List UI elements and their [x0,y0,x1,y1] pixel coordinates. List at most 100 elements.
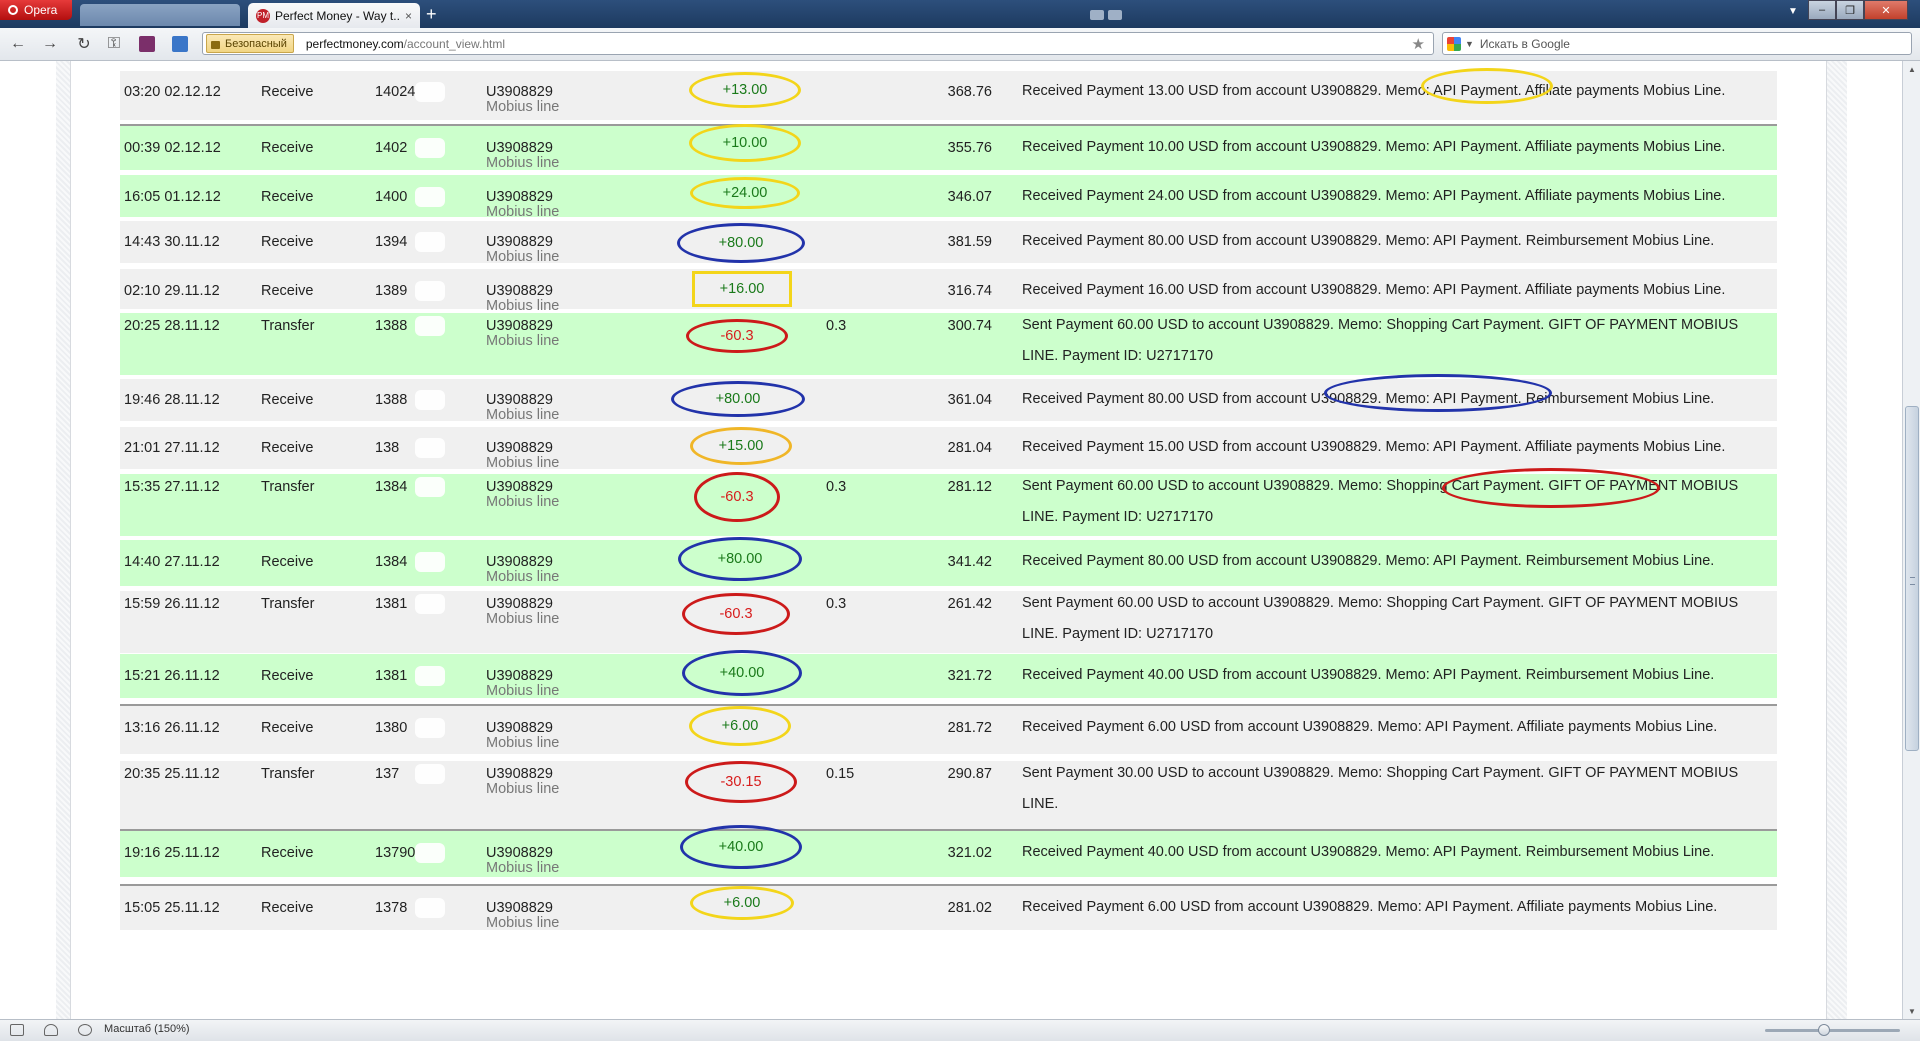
account-name: Mobius line [486,407,560,423]
account-number: U3908829 [486,479,553,495]
minimize-button[interactable]: – [1808,0,1836,20]
batch-number: 1400 [375,187,445,207]
balance-value: 281.04 [947,440,992,456]
batch-number: 1388 [375,390,445,410]
account-number: U3908829 [486,140,553,156]
forward-icon[interactable]: → [40,34,60,54]
batch-number-text[interactable]: 1389 [375,283,407,299]
zoom-slider[interactable] [1765,1029,1900,1032]
turbo-icon[interactable] [1108,10,1122,20]
batch-number-text[interactable]: 1384 [375,554,407,570]
new-tab-button[interactable]: + [426,4,437,24]
account-cell: U3908829 Mobius line [486,901,559,931]
batch-number-text[interactable]: 138 [375,440,399,456]
account-name: Mobius line [486,298,560,314]
tab-background[interactable] [80,4,240,26]
batch-number-text[interactable]: 1378 [375,900,407,916]
account-name: Mobius line [486,249,560,265]
account-number: U3908829 [486,720,553,736]
transaction-type: Receive [261,440,314,456]
batch-number: 14024 [375,82,445,102]
tab-stack-icon[interactable] [1090,10,1104,20]
batch-number: 1378 [375,898,445,918]
account-cell: U3908829 Mobius line [486,441,559,471]
unite-cloud-icon[interactable] [44,1024,58,1036]
status-bar: Масштаб (150%) [0,1019,1920,1041]
amount-value: +6.00 [689,706,791,746]
batch-number-text[interactable]: 1400 [375,189,407,205]
account-name: Mobius line [486,860,560,876]
search-field[interactable]: ▼ Искать в Google [1442,32,1912,55]
opera-menu-button[interactable]: Opera [0,0,72,20]
scroll-up-icon[interactable]: ▲ [1903,61,1920,77]
zoom-label: Масштаб (150%) [104,1023,190,1035]
redaction-mask [415,477,445,497]
balance-value: 346.07 [947,189,992,205]
memo-text: Received Payment 80.00 USD from account … [1022,391,1715,407]
close-window-button[interactable]: ✕ [1864,0,1908,20]
scroll-down-icon[interactable]: ▼ [1903,1003,1920,1019]
batch-number-text[interactable]: 1394 [375,234,407,250]
vertical-scrollbar[interactable]: ▲ ▼ [1902,61,1920,1019]
table-row: 03:20 02.12.12 Receive 14024 U3908829 Mobius… [120,68,1777,120]
google-search-icon[interactable] [1447,36,1461,51]
search-engine-dropdown-icon[interactable]: ▼ [1465,39,1474,49]
key-icon[interactable]: ⚿ [104,34,124,54]
table-row: 19:16 25.11.12 Receive 13790 U3908829 Mobius… [120,825,1777,877]
table-row: 02:10 29.11.12 Receive 1389 U3908829 Mobius … [120,269,1777,314]
security-badge[interactable]: Безопасный [206,34,294,53]
account-cell: U3908829 Mobius line [486,669,559,699]
amount-value: +13.00 [689,72,801,108]
balance-value: 300.74 [947,318,992,334]
redaction-mask [415,438,445,458]
tab-active[interactable]: PM Perfect Money - Way t... × [248,3,420,28]
amount-value: -60.3 [682,593,790,635]
speed-dial-icon[interactable] [78,1024,92,1036]
panel-toggle-icon[interactable] [10,1024,24,1036]
url-text[interactable]: perfectmoney.com/account_view.html [306,37,505,51]
batch-number-text[interactable]: 1380 [375,720,407,736]
batch-number-text[interactable]: 137 [375,766,399,782]
reload-icon[interactable]: ↻ [74,34,94,54]
fee-value: 0.3 [826,318,847,334]
table-row: 13:16 26.11.12 Receive 1380 U3908829 Mobius … [120,704,1777,754]
extension-k-icon[interactable] [139,36,155,52]
tab-list-dropdown-icon[interactable]: ▼ [1788,6,1798,17]
amount-value: +40.00 [680,825,802,869]
transaction-type: Transfer [261,596,315,612]
opera-menu-label: Opera [24,3,58,17]
maximize-button[interactable]: ❐ [1836,0,1864,20]
transaction-date: 16:05 01.12.12 [124,189,221,205]
batch-number-text[interactable]: 13790 [375,845,415,861]
scrollbar-thumb[interactable] [1905,406,1919,751]
bookmark-star-icon[interactable]: ★ [1412,35,1425,53]
zoom-slider-knob[interactable] [1818,1024,1830,1036]
tab-tray [1090,7,1130,21]
account-name: Mobius line [486,611,560,627]
memo-text: Received Payment 6.00 USD from account U… [1022,899,1718,915]
balance-value: 361.04 [947,392,992,408]
back-icon[interactable]: ← [8,34,28,54]
memo-text: Sent Payment 60.00 USD to account U39088… [1022,478,1739,525]
batch-number-text[interactable]: 1388 [375,392,407,408]
address-bar[interactable]: Безопасный perfectmoney.com/account_view… [202,32,1434,55]
batch-number-text[interactable]: 1402 [375,140,407,156]
batch-number-text[interactable]: 14024 [375,84,415,100]
redaction-mask [415,316,445,336]
balance-value: 341.42 [947,554,992,570]
transaction-date: 19:46 28.11.12 [124,392,220,408]
batch-number-text[interactable]: 1381 [375,668,407,684]
batch-number-text[interactable]: 1384 [375,479,407,495]
tab-close-icon[interactable]: × [405,9,412,23]
memo-text: Sent Payment 30.00 USD to account U39088… [1022,765,1739,812]
transaction-date: 15:59 26.11.12 [124,596,220,612]
batch-number-text[interactable]: 1381 [375,596,407,612]
balance-value: 281.12 [947,479,992,495]
redaction-mask [415,764,445,784]
account-number: U3908829 [486,392,553,408]
batch-number-text[interactable]: 1388 [375,318,407,334]
extension-sync-icon[interactable] [172,36,188,52]
transaction-date: 14:43 30.11.12 [124,234,220,250]
batch-number: 1389 [375,281,445,301]
amount-value: +80.00 [678,537,802,581]
